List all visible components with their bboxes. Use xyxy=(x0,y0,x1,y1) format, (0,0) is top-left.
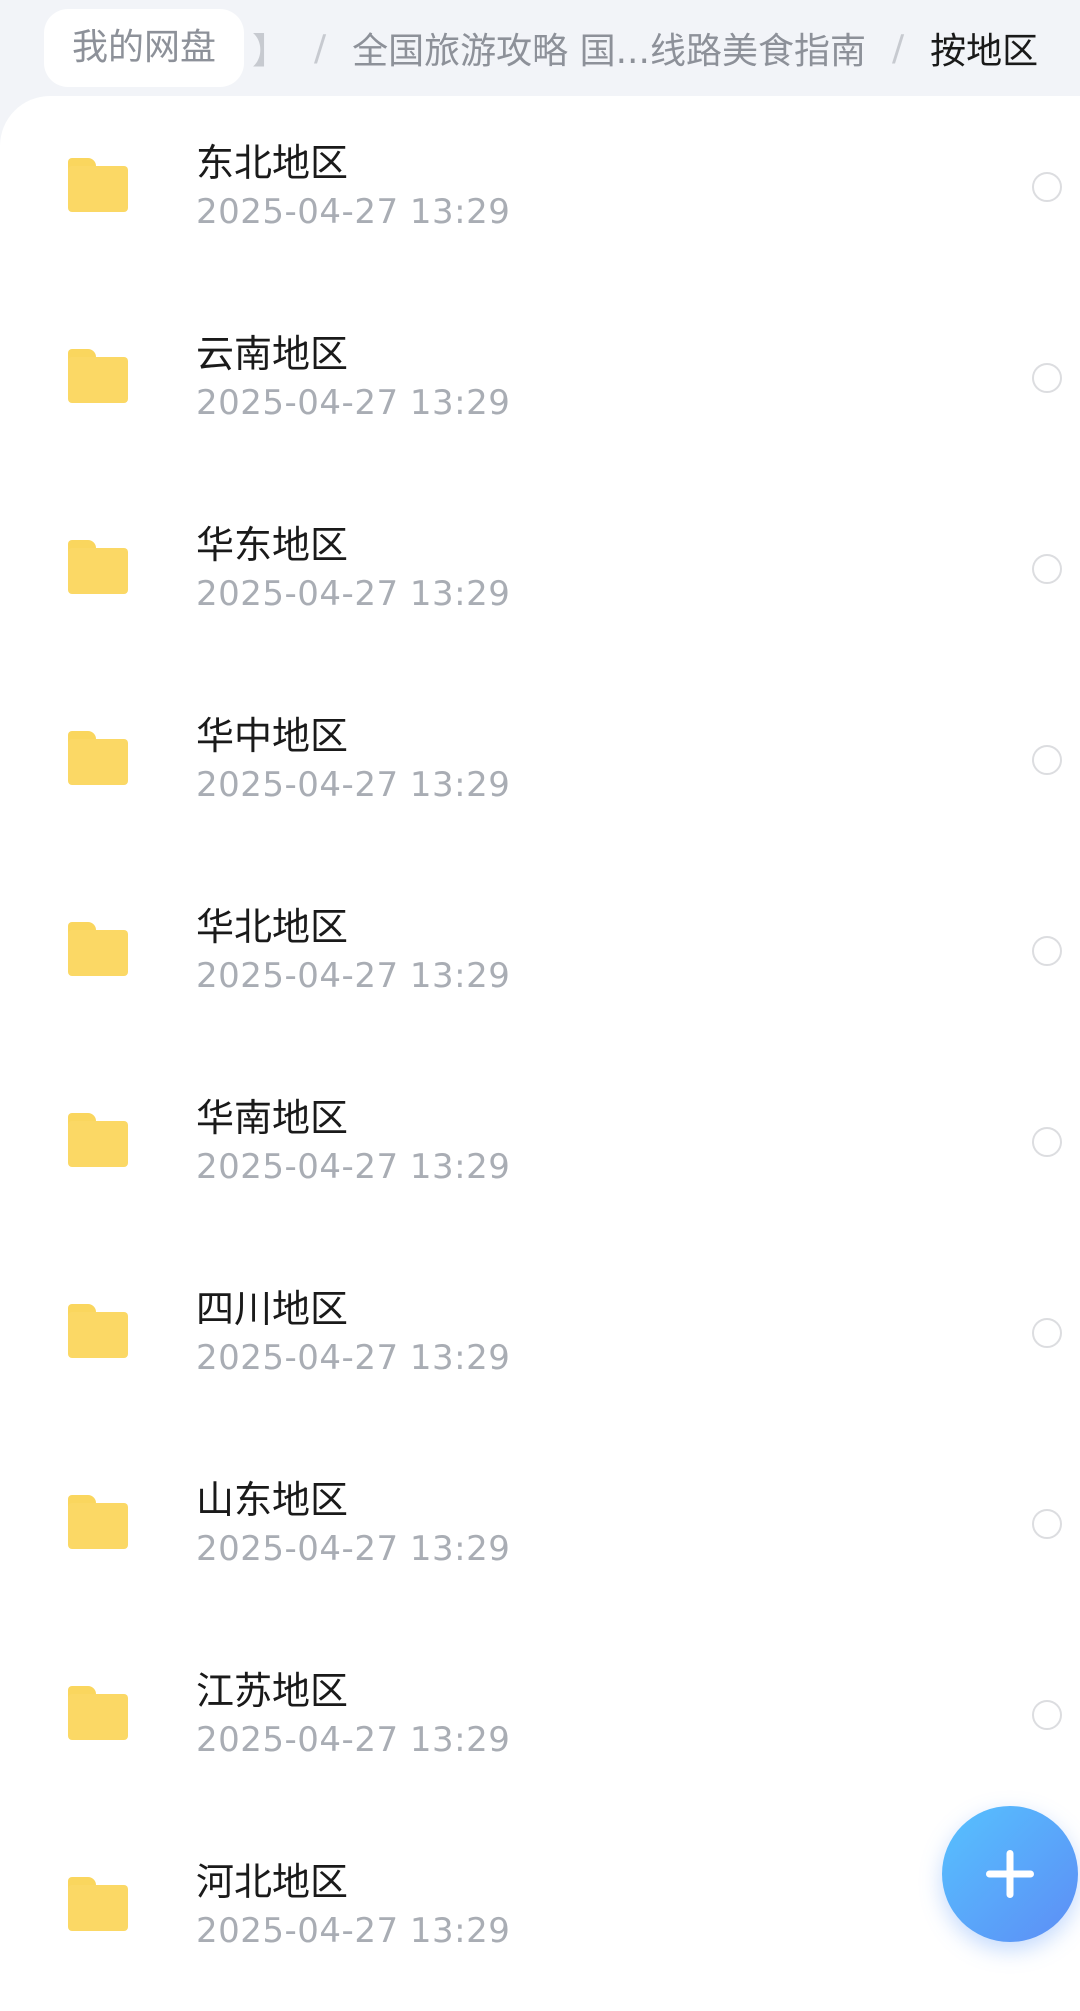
folder-modified-time: 2025-04-27 13:29 xyxy=(196,574,511,614)
breadcrumb-root-my-drive[interactable]: 我的网盘 xyxy=(44,9,245,87)
breadcrumb-separator: / xyxy=(314,27,327,69)
select-circle-icon[interactable] xyxy=(1032,1318,1062,1348)
list-item[interactable]: 华北地区 2025-04-27 13:29 xyxy=(0,860,1080,1051)
breadcrumb-truncated-segment[interactable]: 】 xyxy=(252,22,288,74)
folder-name: 东北地区 xyxy=(196,141,349,185)
folder-icon xyxy=(68,731,128,785)
folder-name: 华北地区 xyxy=(196,905,349,949)
folder-icon xyxy=(68,1877,128,1931)
folder-name: 江苏地区 xyxy=(196,1669,349,1713)
list-item[interactable]: 华南地区 2025-04-27 13:29 xyxy=(0,1051,1080,1242)
folder-name: 山东地区 xyxy=(196,1478,349,1522)
select-circle-icon[interactable] xyxy=(1032,554,1062,584)
folder-name: 华南地区 xyxy=(196,1096,349,1140)
folder-icon xyxy=(68,158,128,212)
folder-icon xyxy=(68,1495,128,1549)
list-item[interactable]: 云南地区 2025-04-27 13:29 xyxy=(0,287,1080,478)
folder-icon xyxy=(68,922,128,976)
folder-icon xyxy=(68,1113,128,1167)
folder-modified-time: 2025-04-27 13:29 xyxy=(196,956,511,996)
breadcrumb-current-folder: 按地区 xyxy=(930,31,1039,72)
list-item[interactable]: 江苏地区 2025-04-27 13:29 xyxy=(0,1624,1080,1815)
folder-modified-time: 2025-04-27 13:29 xyxy=(196,1720,511,1760)
list-item[interactable]: 东北地区 2025-04-27 13:29 xyxy=(0,96,1080,287)
folder-name: 河北地区 xyxy=(196,1860,349,1904)
folder-name: 华中地区 xyxy=(196,714,349,758)
folder-modified-time: 2025-04-27 13:29 xyxy=(196,1338,511,1378)
add-button[interactable] xyxy=(942,1806,1078,1942)
select-circle-icon[interactable] xyxy=(1032,1127,1062,1157)
select-circle-icon[interactable] xyxy=(1032,363,1062,393)
list-item[interactable]: 山东地区 2025-04-27 13:29 xyxy=(0,1433,1080,1624)
list-item[interactable]: 华中地区 2025-04-27 13:29 xyxy=(0,669,1080,860)
folder-modified-time: 2025-04-27 13:29 xyxy=(196,1911,511,1951)
folder-modified-time: 2025-04-27 13:29 xyxy=(196,765,511,805)
folder-icon xyxy=(68,1686,128,1740)
folder-icon xyxy=(68,349,128,403)
select-circle-icon[interactable] xyxy=(1032,936,1062,966)
breadcrumb-separator: / xyxy=(891,27,905,69)
plus-icon xyxy=(986,1850,1034,1898)
folder-modified-time: 2025-04-27 13:29 xyxy=(196,383,511,423)
folder-modified-time: 2025-04-27 13:29 xyxy=(196,192,511,232)
folder-list: 东北地区 2025-04-27 13:29 云南地区 2025-04-27 13… xyxy=(0,96,1080,2011)
folder-modified-time: 2025-04-27 13:29 xyxy=(196,1147,511,1187)
list-item[interactable]: 河北地区 2025-04-27 13:29 xyxy=(0,1815,1080,2006)
breadcrumb-parent-folder[interactable]: 全国旅游攻略 国...线路美食指南 xyxy=(352,22,866,74)
select-circle-icon[interactable] xyxy=(1032,172,1062,202)
folder-icon xyxy=(68,1304,128,1358)
breadcrumb: 我的网盘 】 / 全国旅游攻略 国...线路美食指南 / 按地区 xyxy=(0,0,1080,96)
select-circle-icon[interactable] xyxy=(1032,1700,1062,1730)
select-circle-icon[interactable] xyxy=(1032,1509,1062,1539)
folder-modified-time: 2025-04-27 13:29 xyxy=(196,1529,511,1569)
select-circle-icon[interactable] xyxy=(1032,745,1062,775)
folder-name: 华东地区 xyxy=(196,523,349,567)
folder-name: 云南地区 xyxy=(196,332,349,376)
folder-icon xyxy=(68,540,128,594)
list-item[interactable]: 四川地区 2025-04-27 13:29 xyxy=(0,1242,1080,1433)
folder-name: 四川地区 xyxy=(196,1287,349,1331)
list-item[interactable]: 华东地区 2025-04-27 13:29 xyxy=(0,478,1080,669)
